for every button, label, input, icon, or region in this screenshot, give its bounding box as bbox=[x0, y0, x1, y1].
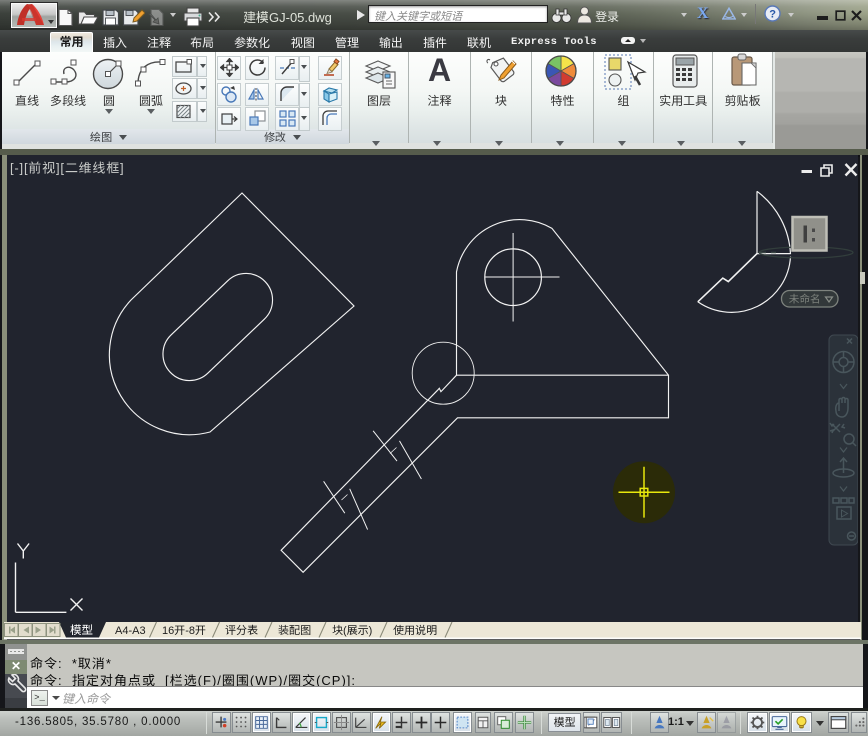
svg-text:块(展示): 块(展示) bbox=[332, 625, 372, 637]
svg-text:模型: 模型 bbox=[70, 624, 93, 637]
svg-text:A4-A3: A4-A3 bbox=[115, 625, 146, 637]
svg-text:使用说明: 使用说明 bbox=[393, 624, 437, 637]
svg-text:评分表: 评分表 bbox=[225, 624, 258, 637]
svg-text:[-][前视][二维线框]: [-][前视][二维线框] bbox=[10, 161, 124, 176]
svg-text:装配图: 装配图 bbox=[278, 625, 311, 637]
svg-text:未命名: 未命名 bbox=[789, 293, 821, 306]
svg-text:16开-8开: 16开-8开 bbox=[162, 625, 206, 637]
svg-text:?: ? bbox=[769, 9, 776, 21]
